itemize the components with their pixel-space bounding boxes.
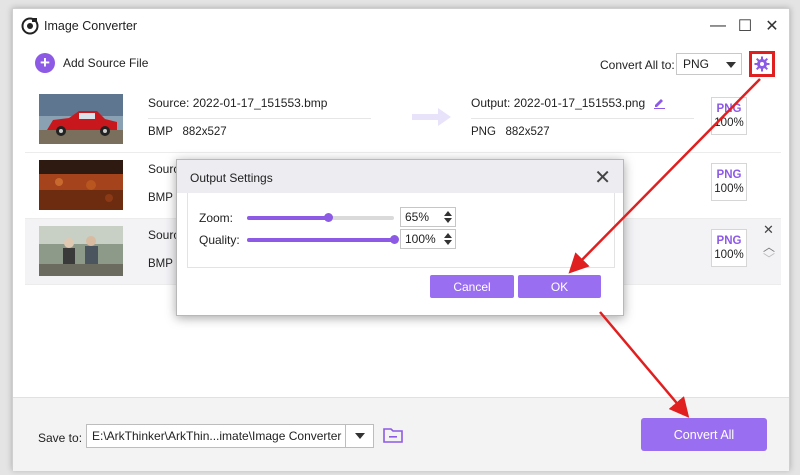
quality-slider-handle[interactable] [390,235,399,244]
format-badge[interactable]: PNG 100% [711,229,747,267]
output-settings-dialog: Output Settings ✕ Zoom: 65% Quality: 100… [176,159,624,316]
output-filename: Output: 2022-01-17_151553.png [471,96,646,110]
divider [148,118,371,119]
people-thumbnail-image [39,226,123,276]
source-filename: Source: 2022-01-17_151553.bmp [148,96,328,110]
zoom-stepper[interactable]: 65% [400,207,456,227]
car-thumbnail-image [39,94,123,144]
quality-slider[interactable] [247,235,399,244]
dialog-header: Output Settings ✕ [177,160,623,193]
format-badge-type: PNG [716,169,742,181]
quality-slider-fill [247,238,394,242]
output-format-select[interactable]: PNG [676,53,742,75]
convert-all-to-label: Convert All to: [600,58,675,72]
gear-icon [754,56,770,72]
format-badge[interactable]: PNG 100% [711,97,747,135]
minimize-button[interactable]: — [707,16,729,36]
maximize-button[interactable]: ☐ [734,16,756,36]
zoom-slider-fill [247,216,328,220]
source-format: BMP [148,258,173,270]
chevron-down-icon [355,433,365,439]
remove-row-icon[interactable]: ✕ [763,222,774,238]
dialog-settings-panel: Zoom: 65% Quality: 100% [187,193,615,268]
convert-all-button[interactable]: Convert All [641,418,767,451]
output-format-value: PNG [683,57,710,71]
zoom-value: 65% [405,210,430,224]
save-path-dropdown[interactable] [345,424,374,448]
format-badge-percent: 100% [714,117,744,129]
toolbar: + Add Source File Convert All to: PNG [13,49,789,87]
arrow-right-icon [412,108,451,126]
format-badge[interactable]: PNG 100% [711,163,747,201]
quality-stepper[interactable]: 100% [400,229,456,249]
source-info: BMP 882x527 [148,126,227,138]
edit-pencil-icon[interactable] [653,96,666,109]
format-badge-type: PNG [716,103,742,115]
format-badge-percent: 100% [714,249,744,261]
leaves-thumbnail-image [39,160,123,210]
footer-bar: Save to: E:\ArkThinker\ArkThin...imate\I… [13,397,789,471]
quality-label: Quality: [199,233,240,247]
file-row[interactable]: Source: 2022-01-17_151553.bmp BMP 882x52… [25,87,781,153]
close-window-button[interactable]: ✕ [761,16,783,36]
save-to-label: Save to: [38,431,83,445]
add-source-file-label: Add Source File [63,56,149,70]
add-source-file-button[interactable]: + Add Source File [35,53,148,73]
dialog-title: Output Settings [190,171,273,185]
zoom-slider-handle[interactable] [323,213,333,222]
divider [471,118,694,119]
title-bar: Image Converter — ☐ ✕ [13,9,789,43]
zoom-label: Zoom: [199,211,234,225]
window-title: Image Converter [44,19,138,33]
plus-icon: + [35,53,55,73]
cancel-button[interactable]: Cancel [430,275,514,298]
zoom-increase-icon[interactable] [444,211,452,216]
format-badge-type: PNG [716,235,742,247]
quality-decrease-icon[interactable] [444,240,452,245]
zoom-slider[interactable] [247,213,394,222]
open-folder-icon[interactable] [383,426,403,444]
dialog-close-icon[interactable]: ✕ [594,165,611,190]
chevron-down-icon [726,62,736,68]
save-path-value: E:\ArkThinker\ArkThin...imate\Image Conv… [92,429,342,443]
zoom-decrease-icon[interactable] [444,218,452,223]
quality-increase-icon[interactable] [444,233,452,238]
app-logo-icon [21,17,39,35]
output-info: PNG 882x527 [471,126,550,138]
save-path-field[interactable]: E:\ArkThinker\ArkThin...imate\Image Conv… [86,424,374,448]
output-settings-button[interactable] [749,51,775,77]
quality-value: 100% [405,232,436,246]
move-down-icon[interactable]: ﹀ [763,250,775,267]
source-format: BMP [148,192,173,204]
ok-button[interactable]: OK [518,275,601,298]
format-badge-percent: 100% [714,183,744,195]
